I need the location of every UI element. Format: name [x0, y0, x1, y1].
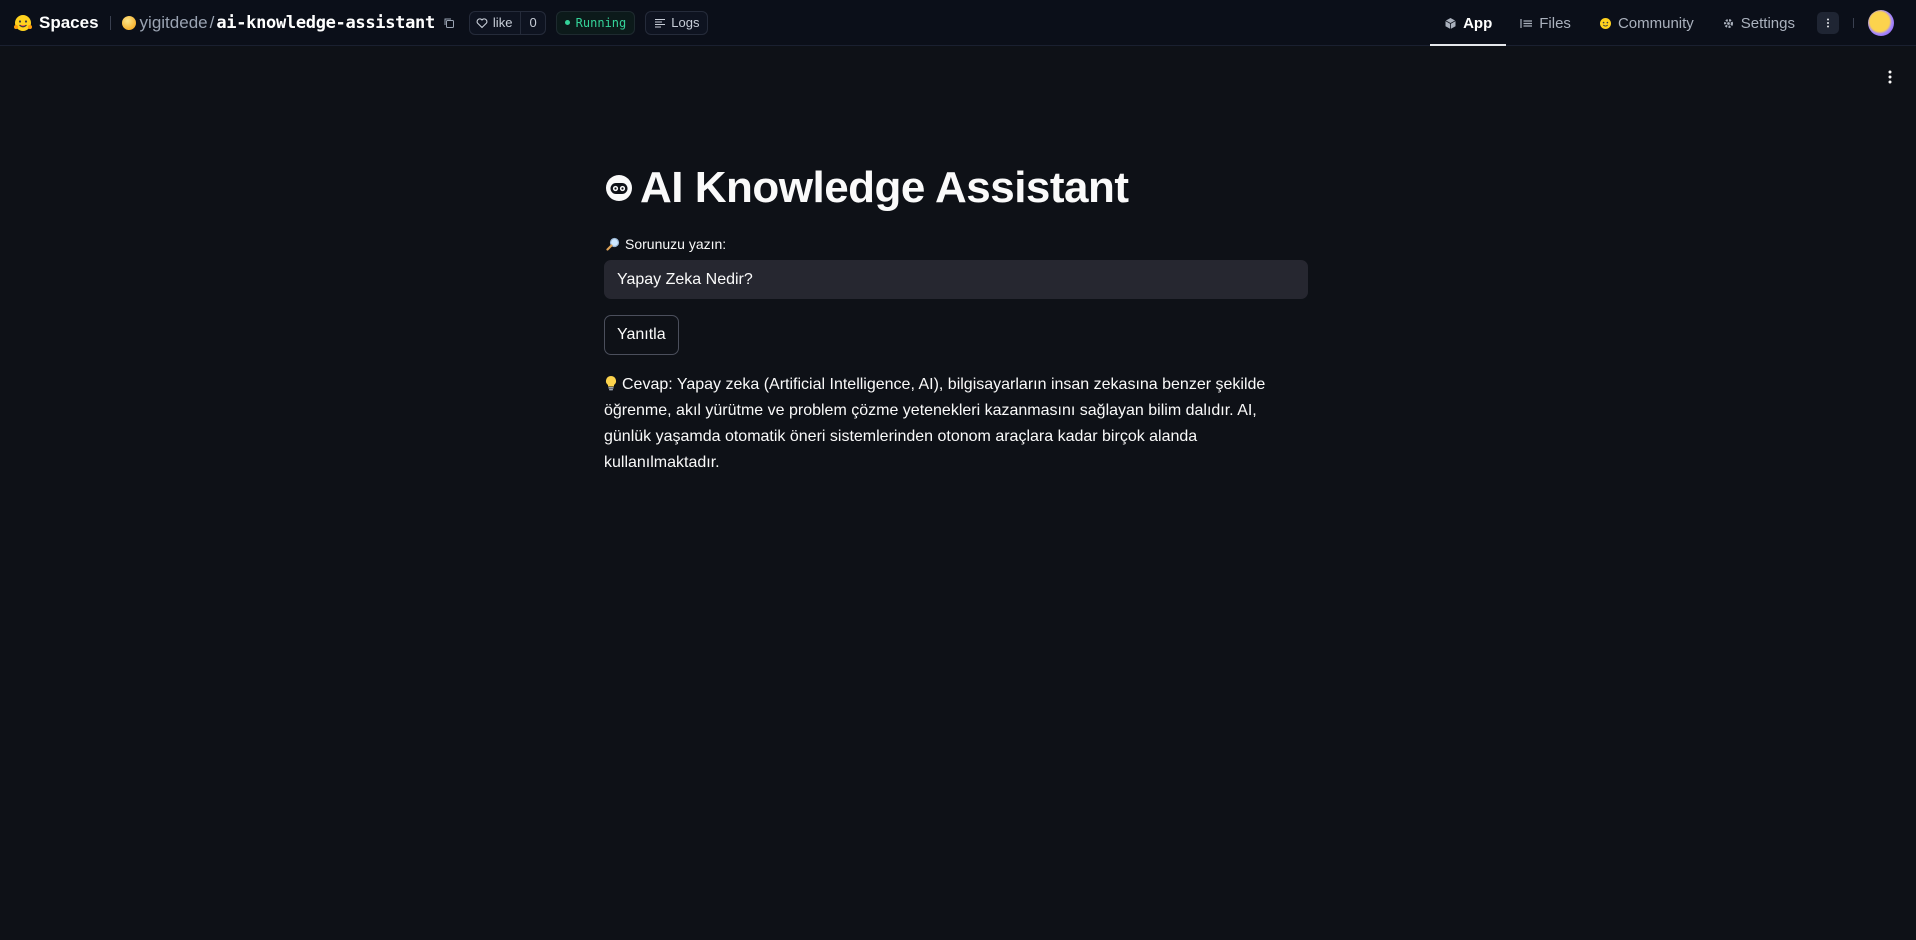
answer-button[interactable]: Yanıtla — [604, 315, 679, 355]
app-main-menu-button[interactable] — [1884, 68, 1896, 86]
like-button[interactable]: like 0 — [468, 10, 546, 35]
heart-icon — [476, 17, 488, 28]
community-icon — [1599, 17, 1611, 29]
tab-settings-label: Settings — [1740, 14, 1795, 32]
files-icon — [1520, 18, 1533, 28]
logs-label: Logs — [671, 15, 700, 30]
like-count: 0 — [520, 11, 544, 34]
tab-app[interactable]: App — [1430, 0, 1507, 46]
page-title-text: AI Knowledge Assistant — [640, 163, 1129, 212]
more-options-button[interactable] — [1817, 12, 1839, 34]
status-text: Running — [575, 15, 627, 30]
tab-community[interactable]: Community — [1585, 0, 1708, 46]
logs-icon — [655, 18, 666, 27]
like-part[interactable]: like — [470, 15, 521, 30]
question-input[interactable] — [604, 260, 1308, 299]
like-label: like — [492, 15, 513, 30]
logs-button[interactable]: Logs — [645, 10, 709, 35]
magnifying-glass-icon — [606, 237, 620, 251]
hugging-face-logo-icon — [14, 14, 32, 31]
owner-avatar[interactable] — [121, 15, 136, 30]
vertical-dots-icon — [1827, 18, 1829, 28]
spaces-home-link[interactable]: Spaces — [13, 13, 99, 33]
user-avatar[interactable] — [1868, 10, 1894, 36]
status-badge[interactable]: Running — [555, 10, 636, 35]
spaces-label: Spaces — [39, 12, 99, 32]
question-label-text: Sorunuzu yazın: — [625, 236, 727, 252]
answer-text-block: Cevap: Yapay zeka (Artificial Intelligen… — [604, 372, 1308, 476]
robot-face-icon — [606, 175, 632, 201]
tab-community-label: Community — [1617, 14, 1694, 32]
tab-settings[interactable]: Settings — [1708, 0, 1809, 46]
divider — [1853, 18, 1854, 28]
light-bulb-icon — [606, 376, 616, 391]
divider — [109, 15, 111, 30]
page-title: AI Knowledge Assistant — [604, 160, 1308, 216]
space-tabs: App Files Community Settings — [1430, 0, 1916, 46]
question-label: Sorunuzu yazın: — [604, 236, 1308, 252]
answer-text: Cevap: Yapay zeka (Artificial Intelligen… — [604, 376, 1266, 471]
app-cube-icon — [1445, 17, 1456, 29]
copy-icon[interactable] — [443, 17, 455, 29]
tab-files[interactable]: Files — [1506, 0, 1585, 46]
owner-link[interactable]: yigitdede — [140, 13, 208, 33]
tab-app-label: App — [1463, 14, 1493, 32]
app-container: AI Knowledge Assistant Sorunuzu yazın: Y… — [604, 160, 1308, 476]
vertical-dots-icon — [1888, 70, 1892, 84]
tab-files-label: Files — [1539, 14, 1571, 32]
gear-icon — [1723, 18, 1733, 28]
top-navbar: Spaces yigitdede / ai-knowledge-assistan… — [0, 0, 1916, 46]
repo-name-link[interactable]: ai-knowledge-assistant — [216, 13, 435, 33]
path-separator: / — [209, 12, 215, 32]
status-dot-icon — [564, 20, 570, 25]
